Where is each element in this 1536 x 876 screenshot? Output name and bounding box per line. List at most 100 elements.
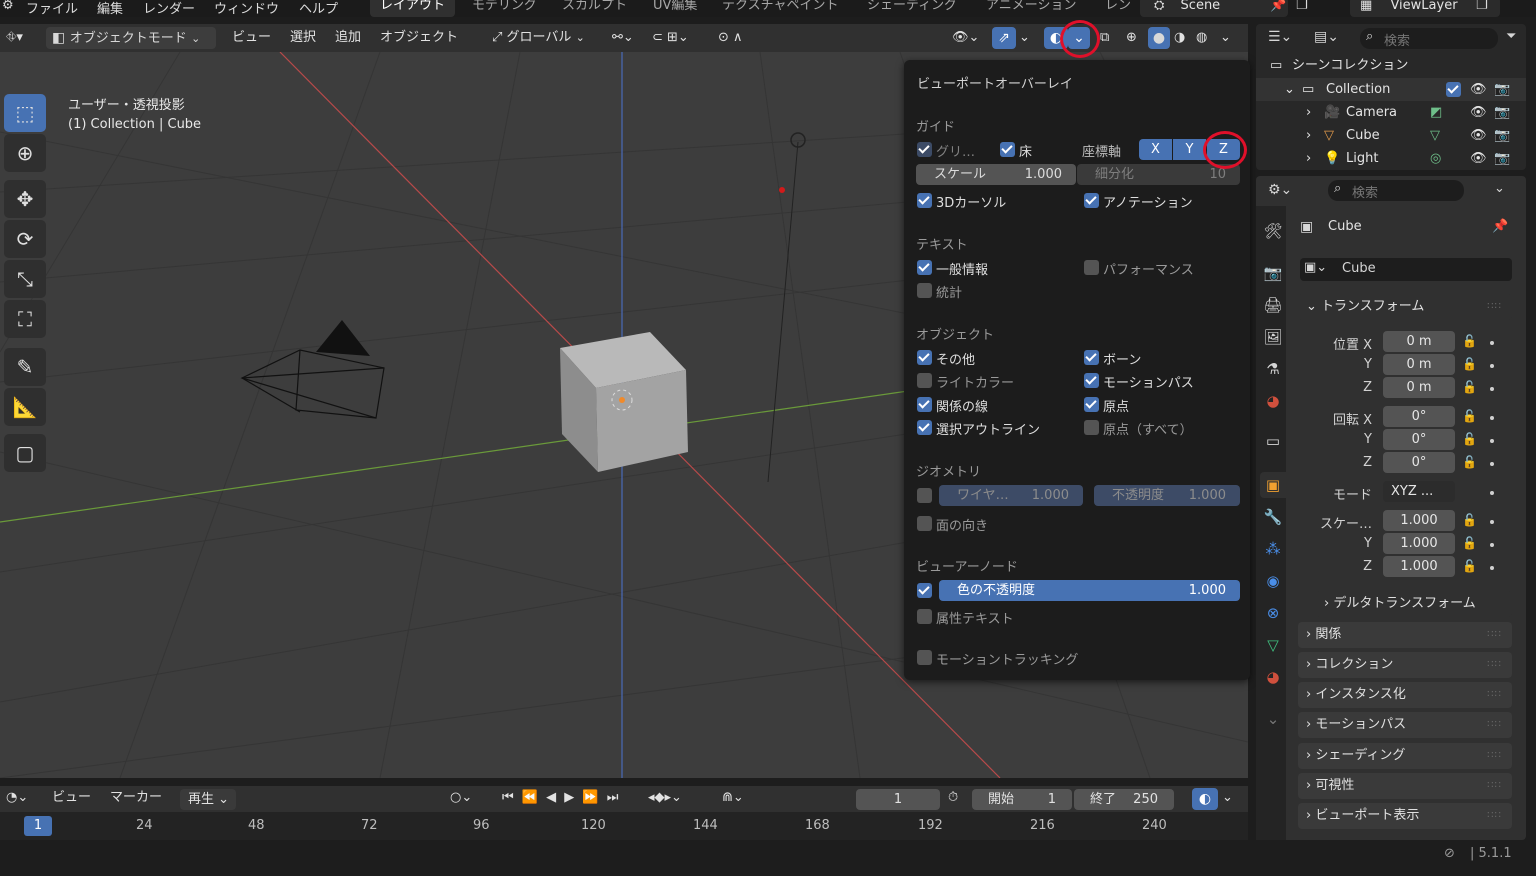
tab-sculpt[interactable]: スカルプト — [552, 0, 637, 17]
editor-type-icon[interactable]: ⛗▾ — [6, 28, 23, 48]
stopwatch-icon[interactable]: ⏱ — [948, 788, 958, 808]
drag-grip-icon[interactable]: ∷∷ — [1487, 712, 1502, 738]
collection-row[interactable]: ⌄ ▭ Collection 👁 📷 — [1256, 78, 1526, 101]
drag-grip-icon[interactable]: ∷∷ — [1487, 294, 1502, 320]
timeline-menu-view[interactable]: ビュー — [52, 788, 91, 808]
panel-collections[interactable]: › コレクション ∷∷ — [1298, 652, 1512, 678]
location-z-field[interactable]: 0 m — [1383, 377, 1455, 398]
light-colors-checkbox[interactable] — [917, 373, 932, 388]
solid-shading-icon[interactable]: ● — [1148, 27, 1170, 49]
outliner-row-light[interactable]: › 💡 Light ◎ 👁 📷 — [1256, 147, 1526, 170]
lock-icon[interactable]: 🔓 — [1462, 409, 1477, 423]
chevron-down-icon[interactable]: ⌄ — [1222, 788, 1233, 808]
auto-keying-icon[interactable]: ○⌄ — [450, 788, 472, 808]
wireframe-shading-icon[interactable]: ⊕ — [1126, 28, 1137, 48]
network-off-icon[interactable]: ⊘ — [1444, 846, 1455, 861]
tab-rendering[interactable]: レン — [1095, 0, 1141, 17]
lock-icon[interactable]: 🔓 — [1462, 432, 1477, 446]
outline-selected-checkbox[interactable] — [917, 420, 932, 435]
gizmo-icon[interactable]: ⇗ — [992, 27, 1016, 49]
drag-grip-icon[interactable]: ∷∷ — [1487, 622, 1502, 648]
attribute-text-checkbox[interactable] — [917, 609, 932, 624]
cursor-tool-icon[interactable]: ⊕ — [4, 134, 46, 172]
move-tool-icon[interactable]: ✥ — [4, 180, 46, 218]
panel-viewport-display[interactable]: › ビューポート表示 ∷∷ — [1298, 803, 1512, 829]
tab-animation[interactable]: アニメーション — [976, 0, 1086, 17]
rendered-shading-icon[interactable]: ◍ — [1196, 28, 1207, 48]
add-cube-tool-icon[interactable]: ▢ — [4, 434, 46, 472]
location-y-field[interactable]: 0 m — [1383, 354, 1455, 375]
keyframe-jump-icon[interactable]: ◂◆▸⌄ — [648, 788, 682, 808]
particles-tab-icon[interactable]: ⁂ — [1260, 536, 1286, 562]
collection-exclude-checkbox[interactable] — [1446, 82, 1461, 97]
physics-tab-icon[interactable]: ◉ — [1260, 568, 1286, 594]
lock-icon[interactable]: 🔓 — [1462, 455, 1477, 469]
panel-shading[interactable]: › シェーディング ∷∷ — [1298, 743, 1512, 769]
filter-icon[interactable]: ⏷ — [1506, 29, 1516, 44]
tab-modeling[interactable]: モデリング — [462, 0, 547, 17]
rotation-mode-dropdown[interactable]: XYZ ... — [1383, 481, 1455, 502]
new-scene-icon[interactable]: ❐ — [1296, 0, 1308, 13]
properties-search-input[interactable]: ⌕ 検索 — [1328, 180, 1464, 201]
drag-grip-icon[interactable]: ∷∷ — [1487, 743, 1502, 769]
menu-object[interactable]: オブジェクト — [380, 28, 458, 48]
chevron-down-icon[interactable]: ⌄ — [1494, 181, 1505, 196]
lock-icon[interactable]: 🔓 — [1462, 513, 1477, 527]
camera-render-icon[interactable]: 📷 — [1494, 78, 1510, 101]
scene-tab-icon[interactable]: ⚗ — [1260, 356, 1286, 382]
data-tab-icon[interactable]: ▽ — [1260, 632, 1286, 658]
pivot-icon[interactable]: ⚯⌄ — [612, 28, 634, 48]
blender-logo-icon[interactable]: ⚙ — [2, 0, 14, 13]
panel-instancing[interactable]: › インスタンス化 ∷∷ — [1298, 682, 1512, 708]
rotation-z-field[interactable]: 0° — [1383, 452, 1455, 473]
expand-icon[interactable]: › — [1306, 124, 1311, 147]
collection-tab-icon[interactable]: ▭ — [1260, 428, 1286, 454]
playhead-frame[interactable]: 1 — [24, 816, 52, 836]
shading-dropdown[interactable]: ⌄ — [1220, 28, 1231, 48]
tab-shading[interactable]: シェーディング — [857, 0, 967, 17]
relationship-lines-checkbox[interactable] — [917, 397, 932, 412]
keyframe-dot-icon[interactable] — [1490, 387, 1494, 391]
drag-grip-icon[interactable]: ∷∷ — [1487, 682, 1502, 708]
snap-icon[interactable]: ⊂ ⊞⌄ — [652, 28, 689, 48]
annotation-checkbox[interactable] — [1084, 193, 1099, 208]
keyframe-dot-icon[interactable] — [1490, 491, 1494, 495]
end-frame-field[interactable]: 終了 250 — [1074, 789, 1174, 810]
location-x-field[interactable]: 0 m — [1383, 331, 1455, 352]
timeline-menu-marker[interactable]: マーカー — [110, 788, 162, 808]
keyframe-dot-icon[interactable] — [1490, 416, 1494, 420]
mesh-data-icon[interactable]: ▽ — [1430, 124, 1440, 147]
transform-tool-icon[interactable]: ⛶ — [4, 300, 46, 338]
viewer-node-checkbox[interactable] — [917, 583, 932, 598]
properties-editor-icon[interactable]: ⚙⌄ — [1268, 182, 1292, 198]
lock-icon[interactable]: 🔓 — [1462, 380, 1477, 394]
camera-render-icon[interactable]: 📷 — [1494, 101, 1510, 124]
material-shading-icon[interactable]: ◑ — [1174, 28, 1185, 48]
rotation-x-field[interactable]: 0° — [1383, 406, 1455, 427]
scale-tool-icon[interactable]: ⤡ — [4, 260, 46, 298]
statistics-checkbox[interactable] — [917, 283, 932, 298]
lock-icon[interactable]: 🔓 — [1462, 357, 1477, 371]
axis-x-toggle[interactable]: X — [1139, 139, 1172, 160]
gizmo-dropdown[interactable]: ⌄ — [1019, 28, 1030, 48]
wire-opacity-field[interactable]: 不透明度 1.000 — [1094, 485, 1240, 506]
menu-select[interactable]: 選択 — [290, 28, 316, 48]
scale-x-field[interactable]: 1.000 — [1383, 510, 1455, 531]
tool-tab-icon[interactable]: 🛠 — [1260, 218, 1286, 244]
outliner-editor-icon[interactable]: ☰⌄ — [1268, 29, 1292, 45]
world-tab-icon[interactable]: ◕ — [1260, 388, 1286, 414]
panel-visibility[interactable]: › 可視性 ∷∷ — [1298, 773, 1512, 799]
grid-checkbox[interactable] — [917, 142, 932, 157]
pin-icon[interactable]: 📌 — [1270, 0, 1286, 13]
3d-cursor-checkbox[interactable] — [917, 193, 932, 208]
snap-icon[interactable]: ⋒⌄ — [722, 788, 744, 808]
object-tab-icon[interactable]: ▣ — [1260, 472, 1286, 498]
keyframe-dot-icon[interactable] — [1490, 439, 1494, 443]
outliner-search-input[interactable]: ⌕ 検索 — [1360, 28, 1498, 49]
mode-dropdown[interactable]: ◧ オブジェクトモード ⌄ — [46, 27, 216, 49]
display-mode-icon[interactable]: ▤⌄ — [1314, 29, 1339, 45]
eye-icon[interactable]: 👁 — [1470, 147, 1487, 170]
timeline-ruler[interactable]: 1 24 48 72 96 120 144 168 192 216 240 — [0, 812, 1248, 840]
modifier-tab-icon[interactable]: 🔧 — [1260, 504, 1286, 530]
keyframe-dot-icon[interactable] — [1490, 364, 1494, 368]
